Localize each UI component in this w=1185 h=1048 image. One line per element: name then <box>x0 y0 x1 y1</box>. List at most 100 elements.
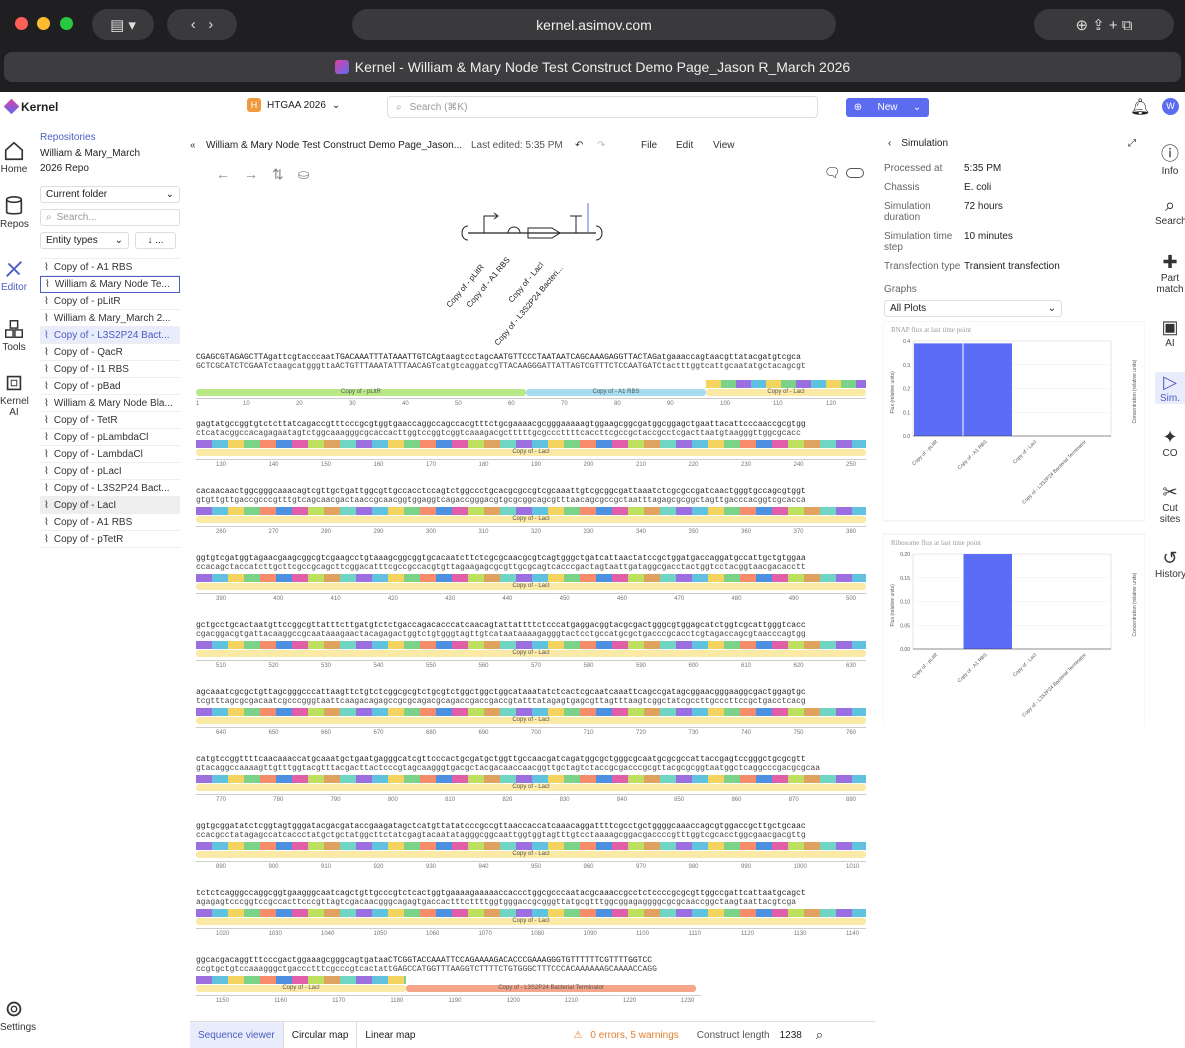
file-item[interactable]: ⌇ Copy of - pBad <box>40 378 180 395</box>
bell-icon[interactable]: 🔔︎ <box>1130 97 1150 117</box>
avatar[interactable]: W <box>1162 98 1179 115</box>
document-title[interactable]: William & Mary Node Test Construct Demo … <box>206 140 471 151</box>
file-item[interactable]: ⌇ William & Mary_March 2... <box>40 310 180 327</box>
minimize-window-button[interactable] <box>37 17 50 30</box>
sort-select[interactable]: ↓ ... <box>135 232 176 249</box>
search-icon[interactable]: ⌕ <box>816 1027 823 1043</box>
file-item[interactable]: ⌇ Copy of - pTetR <box>40 531 180 548</box>
feature-annotation[interactable]: Copy of - LacI <box>196 650 866 657</box>
sequence-block[interactable]: tctctcagggccaggcggtgaagggcaatcagctgttgcc… <box>196 889 866 956</box>
redo-icon[interactable]: ↷ <box>597 140 641 151</box>
nav-home[interactable]: Home <box>0 140 28 175</box>
paint-bucket-icon[interactable]: ⛀ <box>298 166 310 183</box>
file-item[interactable]: ⌇ Copy of - L3S2P24 Bact... <box>40 480 180 497</box>
nav-repos[interactable]: Repos <box>0 195 29 230</box>
sequence-block[interactable]: gagtatgccggtgtctcttatcagaccgtttcccgcgtgg… <box>196 420 866 487</box>
feature-annotation[interactable]: Copy of - LacI <box>196 918 866 925</box>
feature-annotation[interactable]: Copy of - LacI <box>196 717 866 724</box>
tab-circular-map[interactable]: Circular map <box>284 1021 358 1048</box>
address-bar[interactable]: kernel.asimov.com <box>352 9 836 40</box>
workspace-selector[interactable]: H HTGAA 2026 ⌄ <box>247 98 340 112</box>
file-item[interactable]: ⌇ Copy of - pLambdaCl <box>40 429 180 446</box>
file-item[interactable]: ⌇ Copy of - pLitR <box>40 293 180 310</box>
file-item[interactable]: ⌇ Copy of - L3S2P24 Bact... <box>40 327 180 344</box>
sequence-block[interactable]: gctgcctgcactaatgttccggcgttatttcttgatgtct… <box>196 621 866 688</box>
feature-annotation[interactable]: Copy of - pLitR <box>196 389 526 396</box>
menu-view[interactable]: View <box>713 140 735 151</box>
file-item[interactable]: ⌇ Copy of - I1 RBS <box>40 361 180 378</box>
status-text[interactable]: 0 errors, 5 warnings <box>590 1030 678 1041</box>
sidebar-toggle-button[interactable]: ▤ ▾ <box>92 9 154 40</box>
file-item[interactable]: ⌇ Copy of - A1 RBS <box>40 259 180 276</box>
toggle-switch[interactable] <box>846 168 864 178</box>
sidebar-search-input[interactable]: ⌕ Search... <box>40 209 180 226</box>
nav-tools[interactable]: Tools <box>0 318 28 353</box>
right-nav-sparkle[interactable]: ✦ CO <box>1155 427 1185 459</box>
nav-kernel-ai[interactable]: Kernel AI <box>0 372 29 418</box>
right-nav-info[interactable]: ⓘ Info <box>1155 140 1185 177</box>
feature-annotation[interactable]: Copy of - LacI <box>196 985 406 992</box>
nav-settings[interactable]: Settings <box>0 998 36 1033</box>
feature-annotation[interactable]: Copy of - LacI <box>706 389 866 396</box>
entity-types-select[interactable]: Entity types ⌄ <box>40 232 129 249</box>
tab-linear-map[interactable]: Linear map <box>357 1022 423 1048</box>
zoom-window-button[interactable] <box>60 17 73 30</box>
file-item[interactable]: ⌇ Copy of - LambdaCl <box>40 446 180 463</box>
file-item[interactable]: ⌇ Copy of - QacR <box>40 344 180 361</box>
chevron-left-icon[interactable]: ‹ <box>888 138 891 149</box>
tab-sequence-viewer[interactable]: Sequence viewer <box>190 1021 284 1048</box>
y-axis-label: Flux (relative units) <box>890 584 896 627</box>
feature-annotation[interactable]: Copy of - LacI <box>196 449 866 456</box>
sequence-block[interactable]: ggtgcggatatctcggtagtgggatacgacgataccgaag… <box>196 822 866 889</box>
browser-actions[interactable]: ⊕ ⇪ + ⧉ <box>1034 9 1174 40</box>
file-item[interactable]: ⌇ Copy of - LacI <box>40 497 180 514</box>
repo-title[interactable]: William & Mary_March 2026 Repo <box>36 146 144 176</box>
file-item[interactable]: ⌇ Copy of - A1 RBS <box>40 514 180 531</box>
sequence-viewer[interactable]: CGAGCGTAGAGCTTAgattcgtacccaatTGACAAATTTA… <box>196 353 866 1023</box>
sequence-block[interactable]: CGAGCGTAGAGCTTAgattcgtacccaatTGACAAATTTA… <box>196 353 866 420</box>
sequence-block[interactable]: ggcacgacaggtttcccgactggaaagcgggcagtgataa… <box>196 956 866 1023</box>
feature-annotation[interactable]: Copy of - LacI <box>196 851 866 858</box>
collapse-icon[interactable]: « <box>190 140 206 151</box>
right-nav-history[interactable]: ↺ History <box>1155 548 1185 580</box>
feature-annotation[interactable]: Copy of - L3S2P24 Bacterial Terminator <box>406 985 696 992</box>
breadcrumb[interactable]: Repositories <box>40 132 186 143</box>
puzzle-icon: ✚ <box>1162 252 1178 272</box>
right-nav-puzzle[interactable]: ✚ Part match <box>1155 252 1185 295</box>
sequence-block[interactable]: agcaaatcgcgctgttagcgggcccattaagttctgtctc… <box>196 688 866 755</box>
nav-editor[interactable]: Editor <box>0 258 28 293</box>
back-forward-buttons[interactable]: ‹ › <box>167 9 237 40</box>
menu-file[interactable]: File <box>641 140 676 151</box>
file-item[interactable]: ⌇ Copy of - pLacI <box>40 463 180 480</box>
feature-annotation[interactable]: Copy of - A1 RBS <box>526 389 706 396</box>
expand-icon[interactable]: ⤢ <box>1128 138 1136 149</box>
right-nav-scissors[interactable]: ✂ Cut sites <box>1155 482 1185 525</box>
file-item[interactable]: ⌇ William & Mary Node Bla... <box>40 395 180 412</box>
translation-track <box>196 708 866 716</box>
menu-edit[interactable]: Edit <box>676 140 713 151</box>
folder-select[interactable]: Current folder ⌄ <box>40 186 180 203</box>
arrow-left-icon[interactable]: ← <box>216 166 230 183</box>
tick-label: 820 <box>502 797 513 803</box>
sort-icon[interactable]: ⇅ <box>272 166 284 183</box>
graphs-select[interactable]: All Plots ⌄ <box>884 300 1062 317</box>
right-nav-play[interactable]: ▷ Sim. <box>1155 372 1185 404</box>
search-input[interactable]: ⌕ Search (⌘K) <box>387 96 818 118</box>
file-item[interactable]: ⌇ Copy of - TetR <box>40 412 180 429</box>
sequence-block[interactable]: ggtgtcgatggtagaacgaagcggcgtcgaagcctgtaaa… <box>196 554 866 621</box>
right-nav-search[interactable]: ⌕ Search <box>1155 195 1185 227</box>
browser-tab[interactable]: Kernel - William & Mary Node Test Constr… <box>4 52 1181 82</box>
feature-annotation[interactable]: Copy of - LacI <box>196 784 866 791</box>
feature-annotation[interactable]: Copy of - LacI <box>196 516 866 523</box>
sequence-block[interactable]: cacaacaactggcgggcaaacagtcgttgctgattggcgt… <box>196 487 866 554</box>
comment-icon[interactable]: 🗨︎ <box>824 165 841 181</box>
close-window-button[interactable] <box>15 17 28 30</box>
new-button[interactable]: ⊕ New ⌄ <box>846 98 929 117</box>
undo-icon[interactable]: ↶ <box>575 140 597 151</box>
file-item[interactable]: ⌇ William & Mary Node Te... <box>40 276 180 293</box>
tick-label: 550 <box>426 663 437 669</box>
sequence-block[interactable]: catgtccggttttcaacaaaccatgcaaatgctgaatgag… <box>196 755 866 822</box>
arrow-right-icon[interactable]: → <box>244 166 258 183</box>
feature-annotation[interactable]: Copy of - LacI <box>196 583 866 590</box>
right-nav-chip[interactable]: ▣ AI <box>1155 317 1185 349</box>
